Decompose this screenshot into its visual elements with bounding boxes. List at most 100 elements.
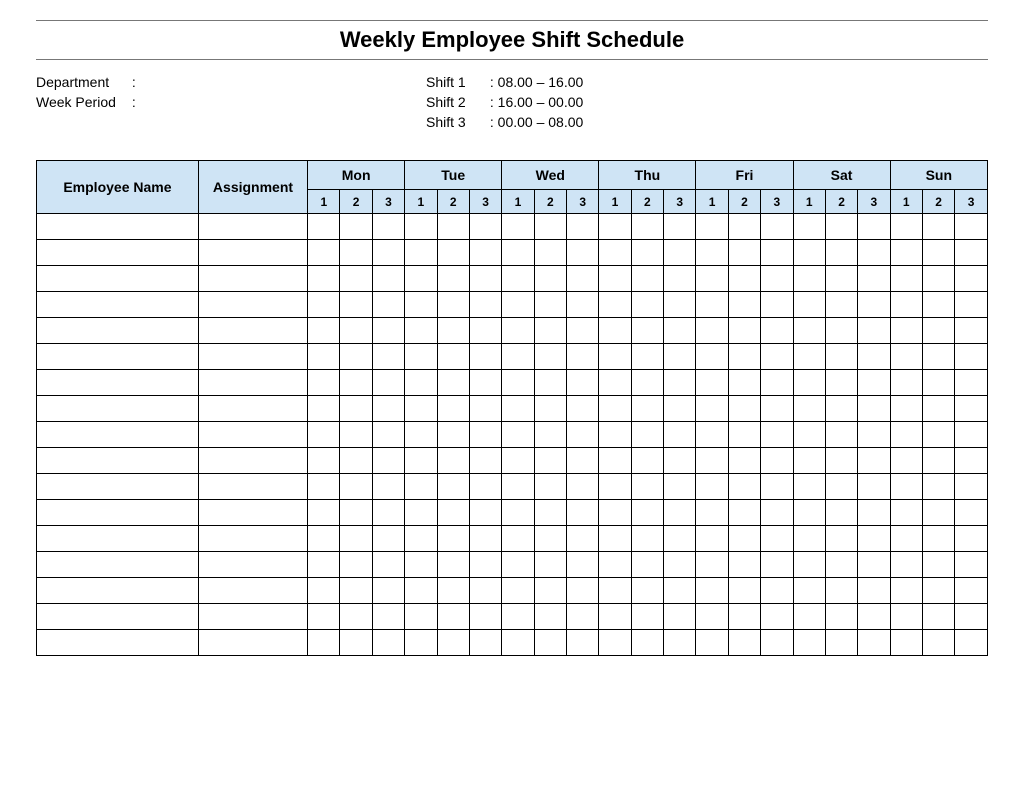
cell-shift[interactable]	[502, 214, 534, 240]
cell-shift[interactable]	[631, 422, 663, 448]
cell-shift[interactable]	[922, 422, 954, 448]
cell-shift[interactable]	[372, 292, 404, 318]
cell-assignment[interactable]	[198, 318, 307, 344]
cell-shift[interactable]	[631, 630, 663, 656]
cell-shift[interactable]	[664, 448, 696, 474]
cell-shift[interactable]	[308, 292, 340, 318]
cell-shift[interactable]	[405, 370, 437, 396]
cell-shift[interactable]	[696, 292, 728, 318]
cell-shift[interactable]	[502, 422, 534, 448]
cell-shift[interactable]	[469, 604, 501, 630]
cell-shift[interactable]	[308, 474, 340, 500]
cell-shift[interactable]	[308, 578, 340, 604]
cell-shift[interactable]	[308, 240, 340, 266]
cell-shift[interactable]	[599, 422, 631, 448]
cell-shift[interactable]	[728, 214, 760, 240]
cell-shift[interactable]	[437, 318, 469, 344]
cell-shift[interactable]	[922, 500, 954, 526]
cell-shift[interactable]	[664, 422, 696, 448]
cell-shift[interactable]	[825, 318, 857, 344]
cell-shift[interactable]	[858, 396, 890, 422]
cell-shift[interactable]	[825, 214, 857, 240]
cell-employee-name[interactable]	[37, 370, 199, 396]
cell-employee-name[interactable]	[37, 552, 199, 578]
cell-shift[interactable]	[955, 422, 988, 448]
cell-shift[interactable]	[696, 578, 728, 604]
cell-shift[interactable]	[308, 214, 340, 240]
cell-shift[interactable]	[372, 630, 404, 656]
cell-shift[interactable]	[599, 604, 631, 630]
cell-shift[interactable]	[405, 344, 437, 370]
cell-shift[interactable]	[696, 318, 728, 344]
cell-shift[interactable]	[696, 422, 728, 448]
cell-shift[interactable]	[469, 422, 501, 448]
cell-employee-name[interactable]	[37, 578, 199, 604]
cell-shift[interactable]	[696, 448, 728, 474]
cell-shift[interactable]	[728, 474, 760, 500]
cell-shift[interactable]	[890, 344, 922, 370]
cell-shift[interactable]	[372, 578, 404, 604]
cell-shift[interactable]	[664, 292, 696, 318]
cell-shift[interactable]	[340, 552, 372, 578]
cell-shift[interactable]	[858, 318, 890, 344]
cell-shift[interactable]	[922, 396, 954, 422]
cell-shift[interactable]	[599, 526, 631, 552]
cell-shift[interactable]	[308, 630, 340, 656]
cell-shift[interactable]	[761, 240, 793, 266]
cell-shift[interactable]	[437, 578, 469, 604]
cell-shift[interactable]	[340, 500, 372, 526]
cell-shift[interactable]	[793, 396, 825, 422]
cell-shift[interactable]	[728, 526, 760, 552]
cell-employee-name[interactable]	[37, 318, 199, 344]
cell-shift[interactable]	[890, 422, 922, 448]
cell-shift[interactable]	[825, 552, 857, 578]
cell-shift[interactable]	[534, 344, 566, 370]
cell-shift[interactable]	[405, 604, 437, 630]
cell-shift[interactable]	[502, 474, 534, 500]
cell-shift[interactable]	[728, 630, 760, 656]
cell-shift[interactable]	[599, 578, 631, 604]
cell-shift[interactable]	[405, 318, 437, 344]
cell-shift[interactable]	[761, 266, 793, 292]
cell-shift[interactable]	[955, 500, 988, 526]
cell-shift[interactable]	[728, 266, 760, 292]
cell-shift[interactable]	[340, 578, 372, 604]
cell-assignment[interactable]	[198, 578, 307, 604]
cell-shift[interactable]	[825, 370, 857, 396]
cell-shift[interactable]	[761, 214, 793, 240]
cell-shift[interactable]	[502, 240, 534, 266]
cell-shift[interactable]	[922, 344, 954, 370]
cell-shift[interactable]	[890, 578, 922, 604]
cell-shift[interactable]	[340, 318, 372, 344]
cell-shift[interactable]	[664, 578, 696, 604]
cell-shift[interactable]	[955, 318, 988, 344]
cell-shift[interactable]	[405, 578, 437, 604]
cell-shift[interactable]	[469, 344, 501, 370]
cell-shift[interactable]	[534, 396, 566, 422]
cell-shift[interactable]	[858, 578, 890, 604]
cell-shift[interactable]	[340, 526, 372, 552]
cell-shift[interactable]	[631, 526, 663, 552]
cell-employee-name[interactable]	[37, 214, 199, 240]
cell-shift[interactable]	[469, 474, 501, 500]
cell-shift[interactable]	[372, 526, 404, 552]
cell-shift[interactable]	[405, 214, 437, 240]
cell-shift[interactable]	[793, 266, 825, 292]
cell-shift[interactable]	[405, 292, 437, 318]
cell-shift[interactable]	[502, 526, 534, 552]
cell-shift[interactable]	[469, 292, 501, 318]
cell-shift[interactable]	[437, 370, 469, 396]
cell-shift[interactable]	[340, 344, 372, 370]
cell-shift[interactable]	[890, 526, 922, 552]
cell-shift[interactable]	[372, 240, 404, 266]
cell-shift[interactable]	[825, 474, 857, 500]
cell-shift[interactable]	[890, 214, 922, 240]
cell-shift[interactable]	[922, 552, 954, 578]
cell-assignment[interactable]	[198, 214, 307, 240]
cell-shift[interactable]	[761, 370, 793, 396]
cell-shift[interactable]	[469, 266, 501, 292]
cell-assignment[interactable]	[198, 396, 307, 422]
cell-shift[interactable]	[825, 240, 857, 266]
cell-shift[interactable]	[566, 604, 598, 630]
cell-shift[interactable]	[599, 552, 631, 578]
